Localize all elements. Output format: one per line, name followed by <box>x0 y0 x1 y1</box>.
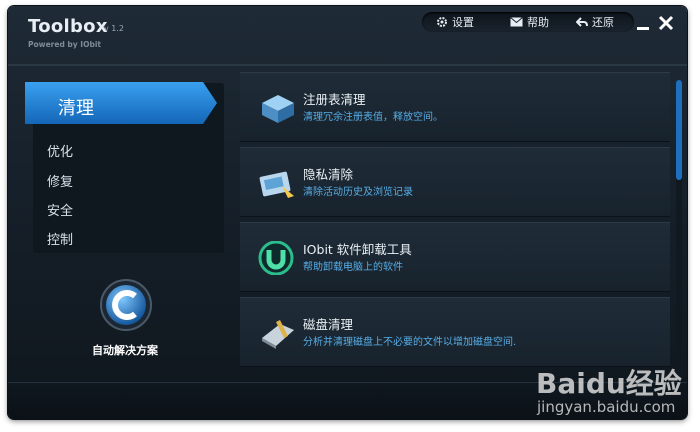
tool-desc: 帮助卸载电脑上的软件 <box>303 262 403 273</box>
powered-by: Powered by IObit <box>28 40 101 49</box>
app-title: Toolbox <box>28 16 108 37</box>
baidu-watermark-url: jingyan.baidu.com <box>537 398 676 416</box>
auto-fix-label: 自动解决方案 <box>92 344 158 357</box>
mail-icon <box>510 17 523 27</box>
minimize-button[interactable] <box>634 14 652 32</box>
scrollbar-thumb[interactable] <box>676 80 682 180</box>
tool-desc: 清除活动历史及浏览记录 <box>303 187 413 198</box>
header-divider <box>8 64 687 66</box>
settings-label: 设置 <box>452 16 474 29</box>
registry-cleaner-icon <box>262 95 294 123</box>
close-button[interactable] <box>657 14 675 32</box>
tool-name: 注册表清理 <box>303 92 366 107</box>
sidebar-item-security[interactable]: 安全 <box>47 200 73 219</box>
auto-fix-button[interactable] <box>99 278 153 332</box>
gear-icon <box>436 16 448 28</box>
app-version: v 1.2 <box>104 24 124 33</box>
restore-label: 还原 <box>592 16 614 29</box>
close-icon <box>657 15 675 36</box>
tool-desc: 清理冗余注册表值，释放空间。 <box>303 112 443 123</box>
tool-name: IObit 软件卸载工具 <box>303 242 412 257</box>
tool-item-privacy[interactable]: 隐私清除 清除活动历史及浏览记录 <box>240 147 670 217</box>
help-label: 帮助 <box>527 16 549 29</box>
settings-button[interactable]: 设置 <box>436 14 474 30</box>
sidebar-active-label[interactable]: 清理 <box>58 94 94 120</box>
sidebar-item-control[interactable]: 控制 <box>47 229 73 248</box>
baidu-watermark-logo: Baidu经验 <box>536 367 682 400</box>
disk-cleaner-icon <box>262 320 294 349</box>
sidebar-item-optimize[interactable]: 优化 <box>47 141 73 160</box>
tool-list: 注册表清理 清理冗余注册表值，释放空间。 隐私清除 清除活动历史及浏览记录 IO… <box>240 72 672 379</box>
top-menu-bar: 设置 帮助 还原 <box>422 12 634 32</box>
tool-name: 磁盘清理 <box>303 317 354 332</box>
tool-desc: 分析并清理磁盘上不必要的文件以增加磁盘空间. <box>303 337 517 348</box>
undo-icon <box>576 16 588 28</box>
uninstaller-icon <box>258 241 294 275</box>
help-button[interactable]: 帮助 <box>510 14 549 30</box>
tool-name: 隐私清除 <box>303 167 354 182</box>
sidebar-item-clean[interactable] <box>25 82 217 124</box>
tool-item-registry[interactable]: 注册表清理 清理冗余注册表值，释放空间。 <box>240 72 670 142</box>
privacy-sweep-icon <box>259 171 294 198</box>
tool-item-disk[interactable]: 磁盘清理 分析并清理磁盘上不必要的文件以增加磁盘空间. <box>240 297 670 367</box>
tool-item-uninstaller[interactable]: IObit 软件卸载工具 帮助卸载电脑上的软件 <box>240 222 670 292</box>
restore-button[interactable]: 还原 <box>576 14 614 30</box>
toolbox-window: Toolbox v 1.2 Powered by IObit 设置 帮助 还原 <box>8 6 687 419</box>
auto-fix-icon <box>100 279 152 331</box>
sidebar-item-repair[interactable]: 修复 <box>47 171 73 190</box>
